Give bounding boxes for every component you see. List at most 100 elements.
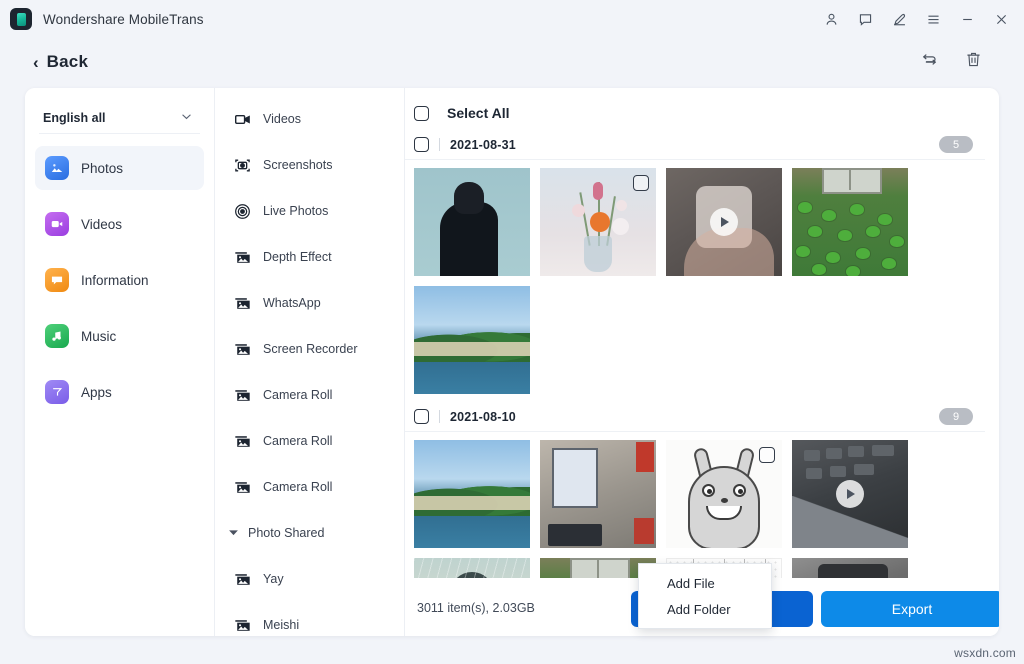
photo-flower-vase[interactable] bbox=[540, 168, 656, 276]
back-label: Back bbox=[47, 52, 88, 72]
thumbnail-grid bbox=[405, 160, 985, 402]
photo-office-desk[interactable] bbox=[540, 440, 656, 548]
album-icon bbox=[233, 432, 251, 450]
apps-icon bbox=[45, 380, 69, 404]
app-title: Wondershare MobileTrans bbox=[43, 12, 204, 27]
photo-totoro-watercolor[interactable] bbox=[414, 558, 530, 578]
album-item-label: Screenshots bbox=[263, 158, 332, 172]
sidebar-item-label: Photos bbox=[81, 161, 123, 176]
watermark: wsxdn.com bbox=[954, 646, 1016, 660]
album-item-label: Meishi bbox=[263, 618, 299, 632]
music-icon bbox=[45, 324, 69, 348]
chevron-down-icon bbox=[181, 112, 192, 123]
sidebar-item-information[interactable]: Information bbox=[35, 258, 204, 302]
feedback-icon[interactable] bbox=[848, 4, 882, 34]
album-item-videos[interactable]: Videos bbox=[215, 96, 404, 142]
back-button[interactable]: ‹ Back bbox=[33, 52, 88, 72]
date-group-header[interactable]: 2021-08-31 5 bbox=[405, 130, 985, 160]
sidebar-item-apps[interactable]: Apps bbox=[35, 370, 204, 414]
divider bbox=[439, 410, 440, 423]
screenshot-icon bbox=[233, 156, 251, 174]
information-icon bbox=[45, 268, 69, 292]
album-icon bbox=[233, 570, 251, 588]
photo-green-leaves[interactable] bbox=[792, 168, 908, 276]
photo-totoro-drawing[interactable] bbox=[666, 440, 782, 548]
album-item-depth-effect[interactable]: Depth Effect bbox=[215, 234, 404, 280]
album-item-yay[interactable]: Yay bbox=[215, 556, 404, 602]
sync-icon[interactable] bbox=[918, 48, 940, 70]
album-item-meishi[interactable]: Meishi bbox=[215, 602, 404, 636]
sidebar-item-music[interactable]: Music bbox=[35, 314, 204, 358]
thumbnail-checkbox[interactable] bbox=[633, 175, 649, 191]
album-item-label: Screen Recorder bbox=[263, 342, 358, 356]
sidebar-item-label: Videos bbox=[81, 217, 122, 232]
trash-icon[interactable] bbox=[962, 48, 984, 70]
album-item-label: Camera Roll bbox=[263, 388, 332, 402]
account-icon[interactable] bbox=[814, 4, 848, 34]
sidebar-item-label: Music bbox=[81, 329, 116, 344]
album-item-screen-recorder[interactable]: Screen Recorder bbox=[215, 326, 404, 372]
photo-tropical-beach[interactable] bbox=[414, 286, 530, 394]
select-all-checkbox[interactable] bbox=[414, 106, 429, 121]
sidebar-item-label: Apps bbox=[81, 385, 112, 400]
video-camera-icon bbox=[233, 110, 251, 128]
item-stats-label: 3011 item(s), 2.03GB bbox=[417, 601, 535, 615]
select-all-label: Select All bbox=[447, 105, 510, 121]
album-item-label: Camera Roll bbox=[263, 480, 332, 494]
album-group-label: Photo Shared bbox=[248, 526, 324, 540]
album-item-label: Videos bbox=[263, 112, 301, 126]
album-icon bbox=[233, 616, 251, 634]
gallery-panel: Select All 2021-08-31 5 bbox=[405, 88, 999, 636]
album-item-live-photos[interactable]: Live Photos bbox=[215, 188, 404, 234]
thumbnail-checkbox[interactable] bbox=[759, 447, 775, 463]
date-group-checkbox[interactable] bbox=[414, 409, 429, 424]
play-icon[interactable] bbox=[710, 208, 738, 236]
date-group-checkbox[interactable] bbox=[414, 137, 429, 152]
export-button[interactable]: Export bbox=[821, 591, 999, 627]
sidebar-item-label: Information bbox=[81, 273, 149, 288]
video-keyboard-dark[interactable] bbox=[792, 440, 908, 548]
photo-tropical-beach-2[interactable] bbox=[414, 440, 530, 548]
album-icon bbox=[233, 386, 251, 404]
select-all-row[interactable]: Select All bbox=[405, 96, 985, 130]
divider bbox=[439, 138, 440, 151]
context-menu-item-add-folder[interactable]: Add Folder bbox=[639, 596, 771, 622]
live-photo-icon bbox=[233, 202, 251, 220]
album-group-photo-shared[interactable]: Photo Shared bbox=[215, 510, 404, 556]
triangle-down-icon bbox=[229, 528, 239, 538]
app-window: Wondershare MobileTrans bbox=[0, 0, 1024, 664]
edit-pen-icon[interactable] bbox=[882, 4, 916, 34]
album-list: Videos Screenshots Live Photos bbox=[215, 88, 405, 636]
play-icon[interactable] bbox=[836, 480, 864, 508]
album-item-camera-roll-3[interactable]: Camera Roll bbox=[215, 464, 404, 510]
album-item-label: Yay bbox=[263, 572, 284, 586]
album-item-camera-roll-2[interactable]: Camera Roll bbox=[215, 418, 404, 464]
album-item-camera-roll-1[interactable]: Camera Roll bbox=[215, 372, 404, 418]
close-icon[interactable] bbox=[984, 4, 1018, 34]
sidebar-item-photos[interactable]: Photos bbox=[35, 146, 204, 190]
main-card: English all Photos Videos bbox=[25, 88, 999, 636]
album-item-label: Live Photos bbox=[263, 204, 328, 218]
album-item-label: Camera Roll bbox=[263, 434, 332, 448]
context-menu: Add File Add Folder bbox=[638, 563, 772, 629]
date-group-count-badge: 5 bbox=[939, 136, 973, 153]
sidebar-item-videos[interactable]: Videos bbox=[35, 202, 204, 246]
context-menu-item-add-file[interactable]: Add File bbox=[639, 570, 771, 596]
album-icon bbox=[233, 478, 251, 496]
back-bar: ‹ Back bbox=[0, 38, 1024, 86]
photo-person-portrait[interactable] bbox=[414, 168, 530, 276]
album-item-screenshots[interactable]: Screenshots bbox=[215, 142, 404, 188]
video-phone-dark[interactable] bbox=[792, 558, 908, 578]
photos-icon bbox=[45, 156, 69, 180]
date-group-count-badge: 9 bbox=[939, 408, 973, 425]
date-group-label: 2021-08-10 bbox=[450, 410, 516, 424]
video-airpods-in-hand[interactable] bbox=[666, 168, 782, 276]
menu-icon[interactable] bbox=[916, 4, 950, 34]
album-icon bbox=[233, 248, 251, 266]
title-bar: Wondershare MobileTrans bbox=[0, 0, 1024, 38]
videos-icon bbox=[45, 212, 69, 236]
date-group-header[interactable]: 2021-08-10 9 bbox=[405, 402, 985, 432]
language-selector[interactable]: English all bbox=[39, 102, 200, 134]
album-item-whatsapp[interactable]: WhatsApp bbox=[215, 280, 404, 326]
minimize-icon[interactable] bbox=[950, 4, 984, 34]
